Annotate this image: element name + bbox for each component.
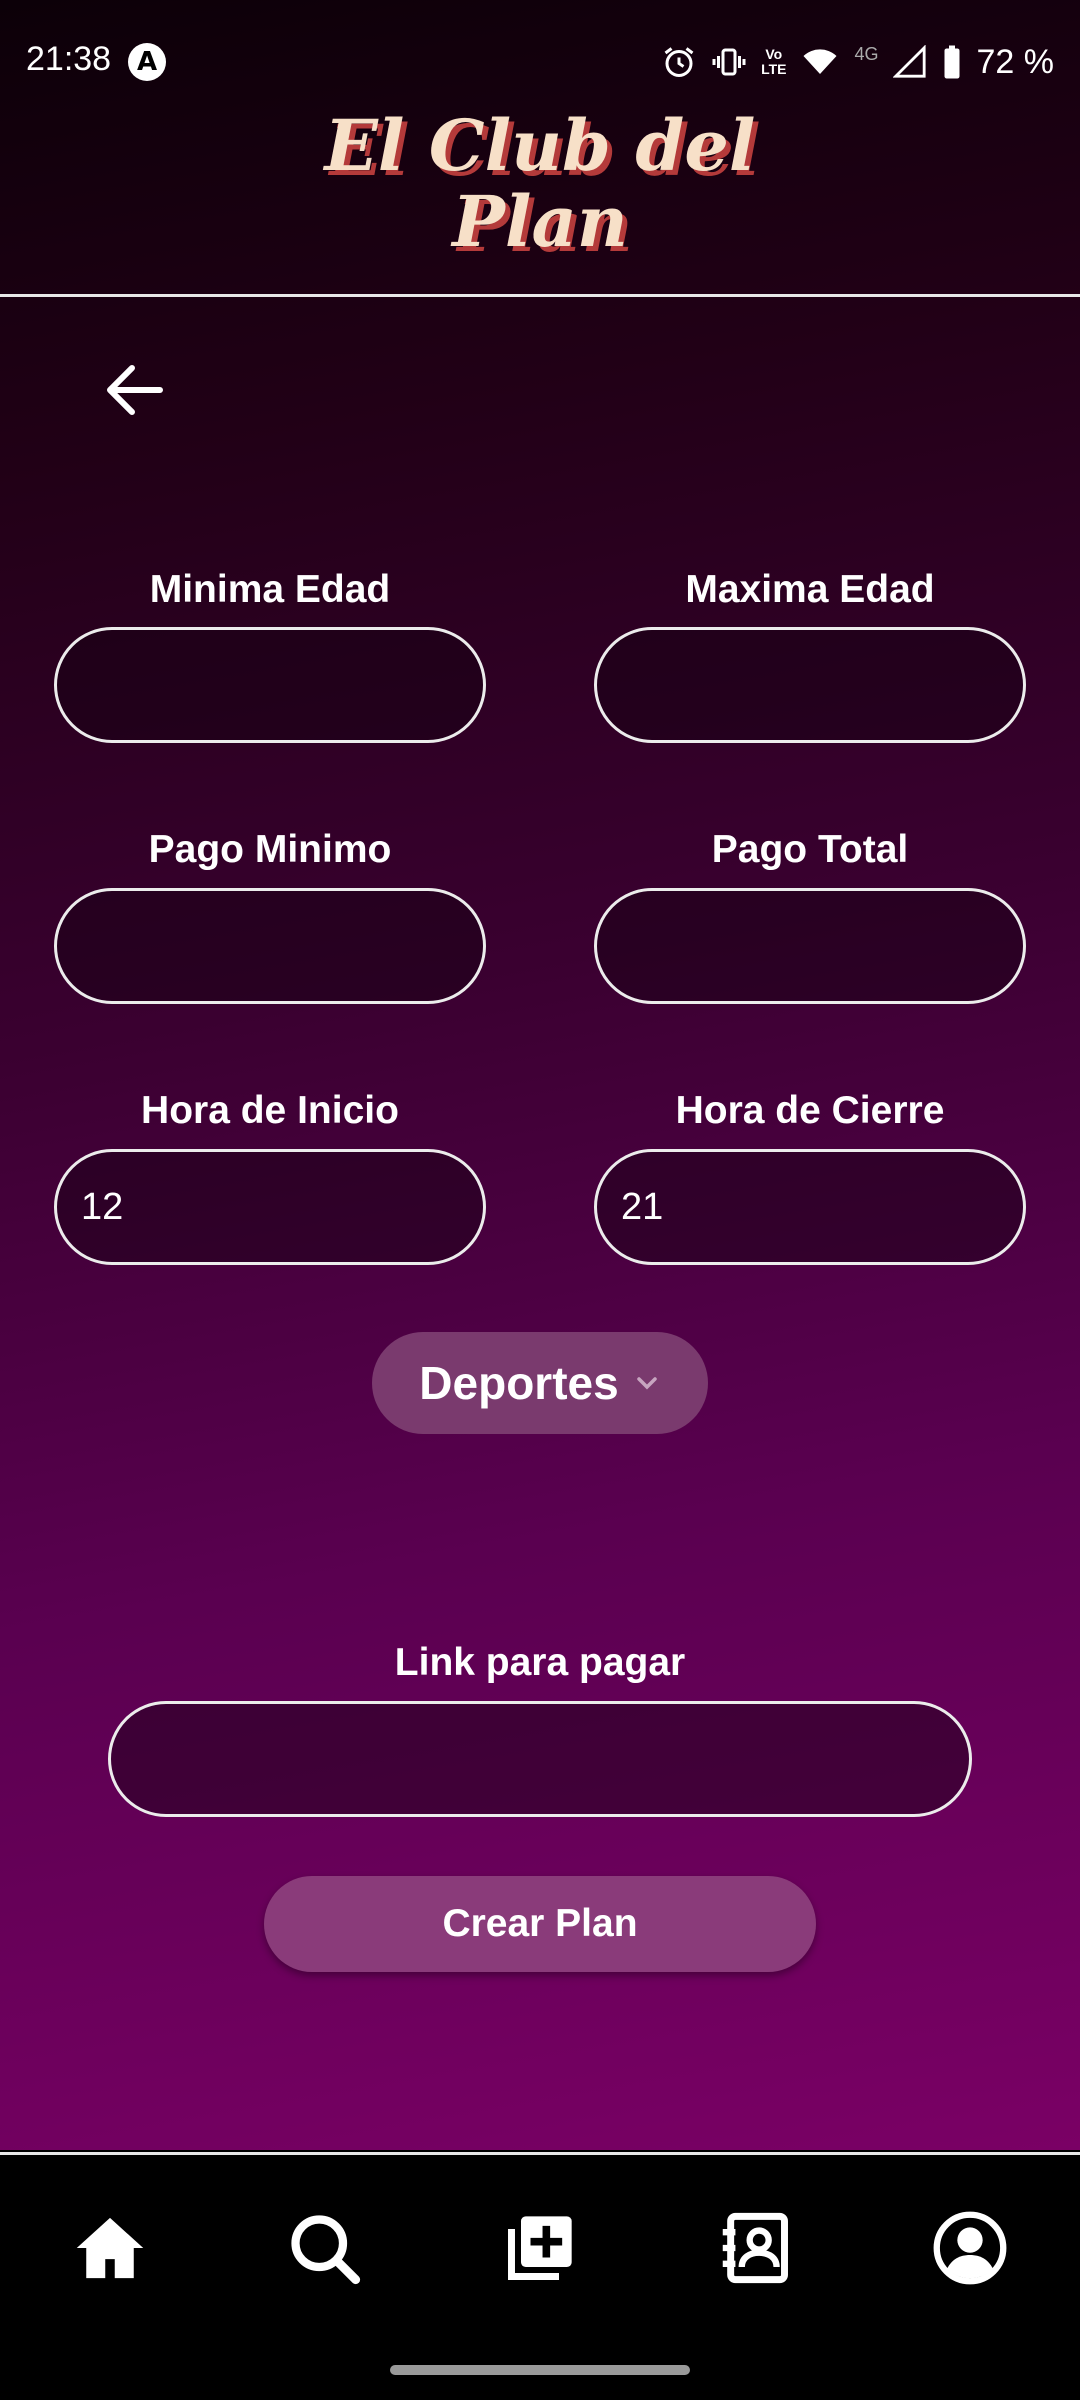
app-logo-line-1: El Club del <box>324 104 756 187</box>
wifi-icon <box>803 49 837 74</box>
min-age-input[interactable] <box>54 627 486 743</box>
total-payment-input[interactable] <box>594 888 1026 1004</box>
status-indicators: Vo LTE 4G 72 % <box>661 40 1054 84</box>
category-dropdown[interactable]: Deportes <box>372 1332 708 1434</box>
search-icon[interactable] <box>286 2210 362 2286</box>
alarm-icon <box>664 47 694 77</box>
start-time-input[interactable] <box>54 1149 486 1265</box>
min-payment-input[interactable] <box>54 888 486 1004</box>
page-background <box>0 0 1080 2150</box>
total-payment-label: Pago Total <box>711 828 909 871</box>
network-type: 4G <box>854 43 879 64</box>
gesture-navigation-bar[interactable] <box>390 2365 690 2375</box>
volte-top-text: Vo <box>765 46 783 62</box>
battery-icon <box>944 45 959 79</box>
chevron-down-icon <box>636 1377 657 1390</box>
volte-bottom-text: LTE <box>761 61 787 77</box>
status-time: 21:38 <box>26 40 112 78</box>
app-logo-line-2: Plan <box>452 180 628 263</box>
start-time-label: Hora de Inicio <box>141 1089 399 1132</box>
create-plan-button[interactable]: Crear Plan <box>264 1876 816 1972</box>
payment-link-input[interactable] <box>108 1701 972 1817</box>
end-time-label: Hora de Cierre <box>675 1089 945 1132</box>
volte-icon: Vo LTE <box>761 47 786 77</box>
home-icon[interactable] <box>72 2210 148 2286</box>
app-notification-icon: A <box>128 43 166 81</box>
signal-icon <box>892 45 926 78</box>
vibrate-icon <box>712 48 746 76</box>
min-age-label: Minima Edad <box>149 568 391 611</box>
battery-percentage: 72 % <box>976 42 1055 81</box>
back-arrow-icon[interactable] <box>100 355 180 425</box>
category-selected-value: Deportes <box>419 1357 619 1409</box>
status-bar: 21:38 A Vo LTE 4G 72 % <box>0 0 1080 120</box>
max-age-input[interactable] <box>594 627 1026 743</box>
profile-icon[interactable] <box>932 2210 1008 2286</box>
add-plan-icon[interactable] <box>502 2210 578 2286</box>
payment-link-label: Link para pagar <box>394 1641 686 1684</box>
max-age-label: Maxima Edad <box>685 568 935 611</box>
header-divider <box>0 294 1080 297</box>
min-payment-label: Pago Minimo <box>148 828 392 871</box>
contacts-icon[interactable] <box>718 2210 794 2286</box>
end-time-input[interactable] <box>594 1149 1026 1265</box>
